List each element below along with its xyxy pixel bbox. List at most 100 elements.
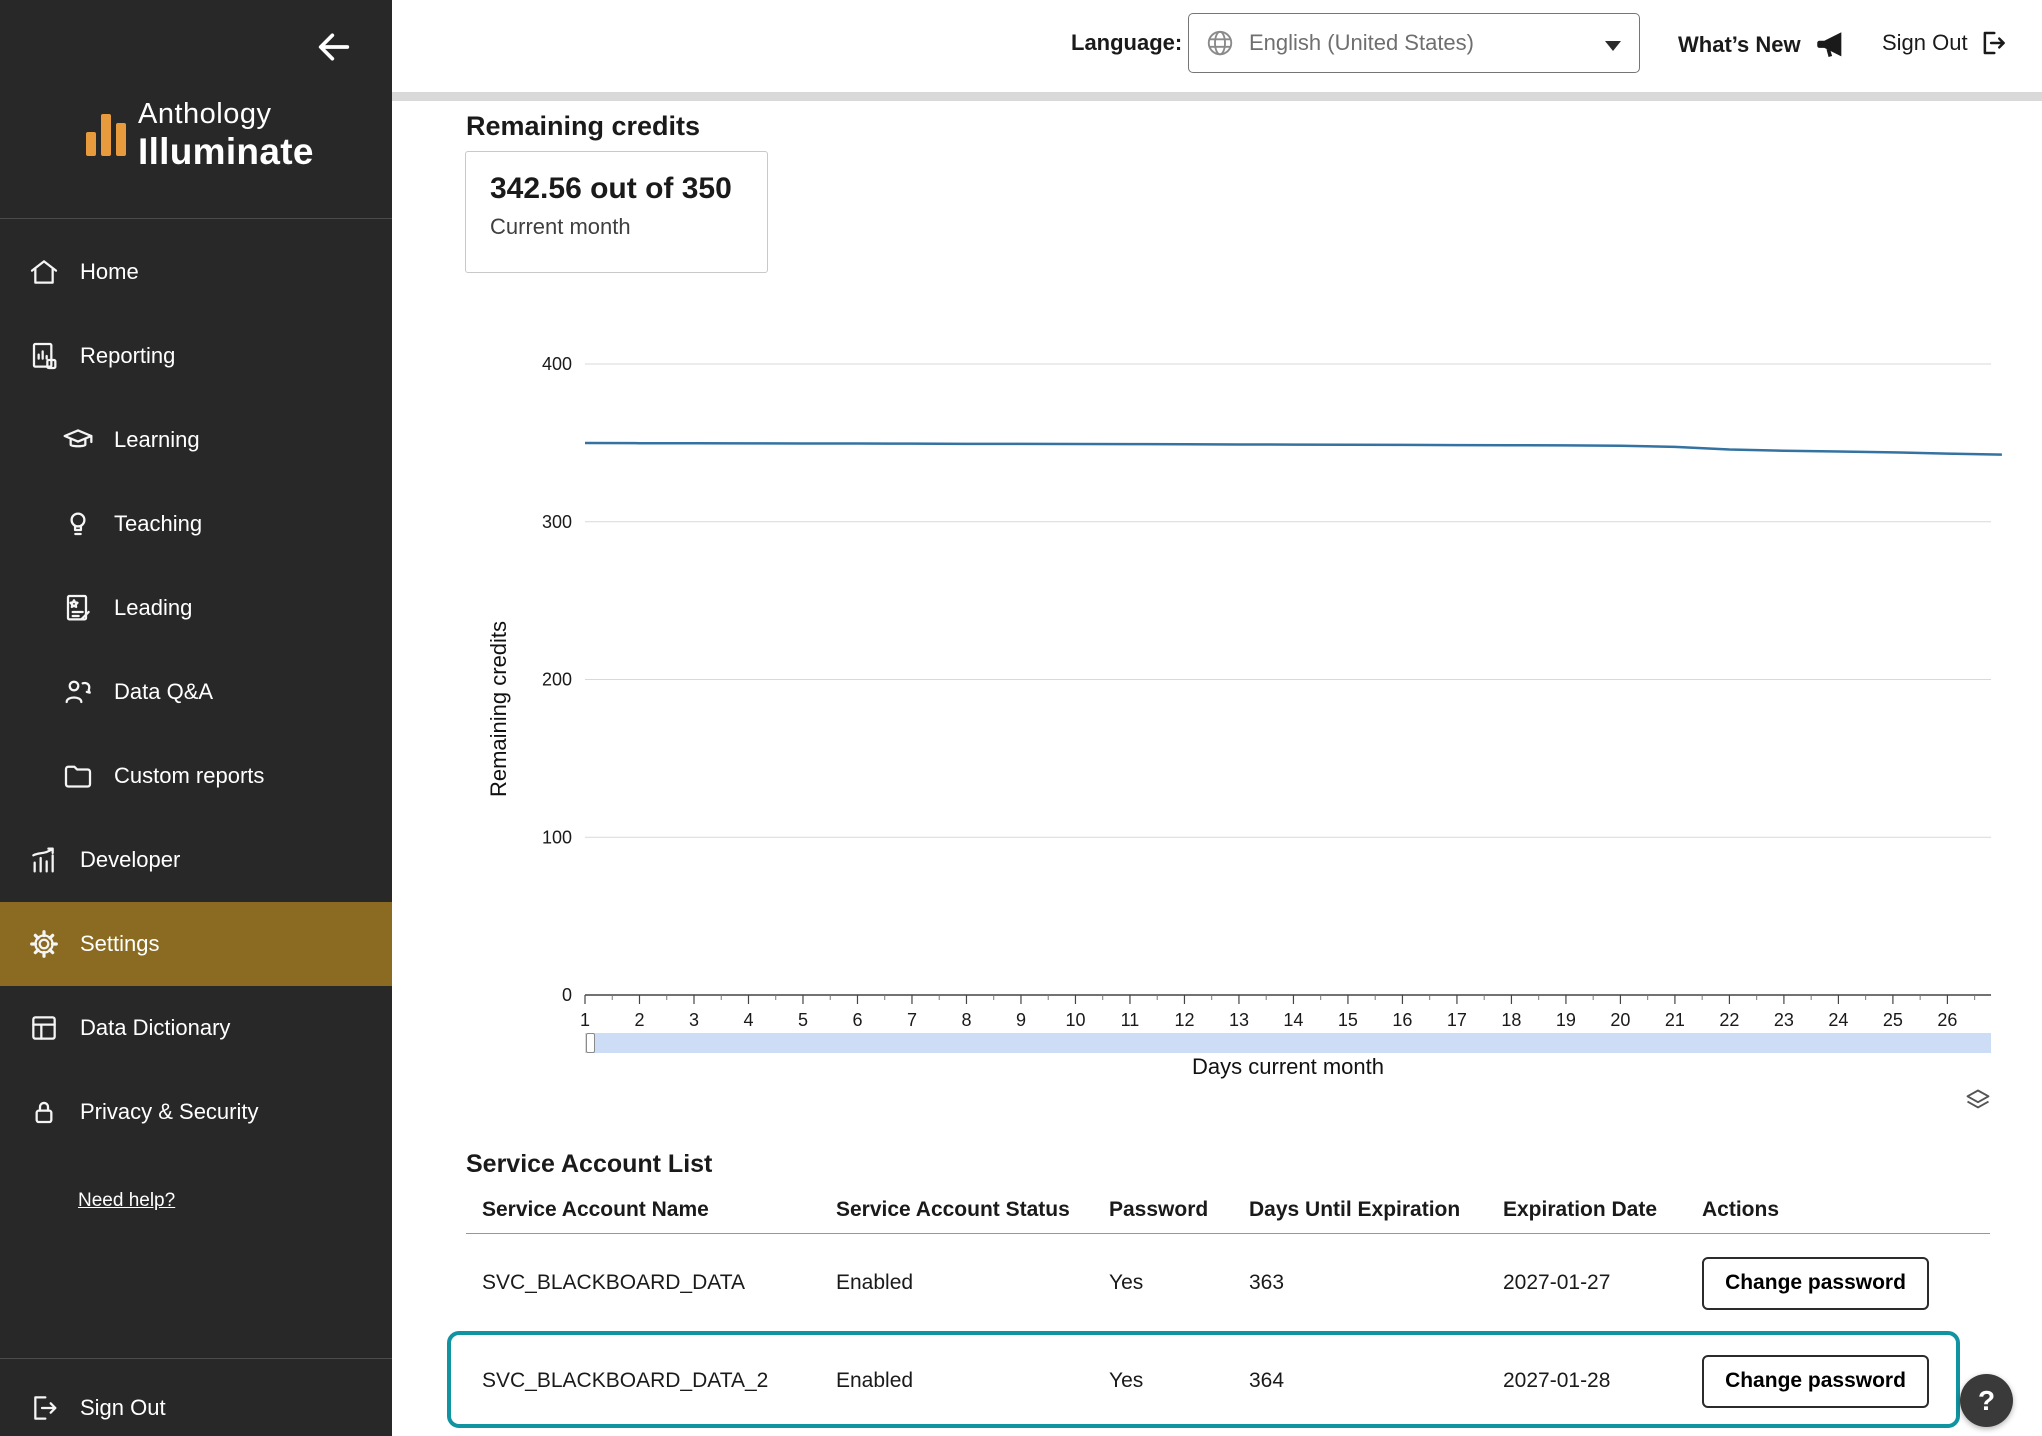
svg-text:100: 100 <box>542 827 572 847</box>
svg-text:4: 4 <box>743 1010 753 1030</box>
table-row-highlighted: SVC_BLACKBOARD_DATA_2 Enabled Yes 364 20… <box>466 1332 1990 1430</box>
cell-account-name: SVC_BLACKBOARD_DATA <box>466 1271 820 1295</box>
language-selected-value: English (United States) <box>1249 30 1474 56</box>
svg-text:2: 2 <box>634 1010 644 1030</box>
cell-expiration: 2027-01-28 <box>1487 1369 1686 1393</box>
chart-range-handle[interactable] <box>586 1033 595 1053</box>
cell-account-name: SVC_BLACKBOARD_DATA_2 <box>466 1369 820 1393</box>
service-account-list-heading: Service Account List <box>466 1150 712 1179</box>
svg-text:14: 14 <box>1283 1010 1303 1030</box>
megaphone-icon <box>1813 28 1847 62</box>
logo-text-illuminate: Illuminate <box>138 133 314 170</box>
sidebar-item-settings[interactable]: Settings <box>0 902 392 986</box>
svg-text:26: 26 <box>1937 1010 1957 1030</box>
chart-layers-icon[interactable] <box>1964 1087 1994 1117</box>
svg-text:22: 22 <box>1719 1010 1739 1030</box>
sidebar-item-teaching[interactable]: Teaching <box>0 482 392 566</box>
svg-text:300: 300 <box>542 512 572 532</box>
header-sign-out-label: Sign Out <box>1882 30 1968 56</box>
svg-text:18: 18 <box>1501 1010 1521 1030</box>
reporting-icon <box>26 338 62 374</box>
change-password-button[interactable]: Change password <box>1702 1355 1929 1408</box>
app-window: Anthology Illuminate Home Reporting <box>0 0 2042 1436</box>
header-sign-out-button[interactable]: Sign Out <box>1882 28 2008 58</box>
arrow-left-icon <box>314 27 354 67</box>
document-star-icon <box>60 590 96 626</box>
whats-new-label: What’s New <box>1678 32 1801 58</box>
change-password-button[interactable]: Change password <box>1702 1257 1929 1310</box>
cell-days: 364 <box>1233 1369 1487 1393</box>
svg-text:12: 12 <box>1174 1010 1194 1030</box>
col-header-password: Password <box>1093 1198 1233 1222</box>
sidebar-item-label: Learning <box>114 427 200 453</box>
sidebar-item-label: Developer <box>80 847 180 873</box>
sidebar-item-label: Data Q&A <box>114 679 213 705</box>
top-header: Language: English (United States) What’s… <box>392 0 2042 92</box>
svg-text:21: 21 <box>1665 1010 1685 1030</box>
sidebar-sign-out-button[interactable]: Sign Out <box>0 1366 392 1436</box>
sidebar-item-label: Reporting <box>80 343 175 369</box>
sidebar-divider <box>0 1358 392 1359</box>
sidebar-item-data-qa[interactable]: Data Q&A <box>0 650 392 734</box>
svg-text:5: 5 <box>798 1010 808 1030</box>
need-help-link[interactable]: Need help? <box>78 1190 175 1212</box>
sidebar-item-learning[interactable]: Learning <box>0 398 392 482</box>
sidebar-sign-out-label: Sign Out <box>80 1395 166 1421</box>
sidebar-item-custom-reports[interactable]: Custom reports <box>0 734 392 818</box>
sidebar-item-leading[interactable]: Leading <box>0 566 392 650</box>
sidebar-item-label: Settings <box>80 931 160 957</box>
svg-text:13: 13 <box>1229 1010 1249 1030</box>
credits-summary-card: 342.56 out of 350 Current month <box>465 151 768 273</box>
svg-text:6: 6 <box>852 1010 862 1030</box>
anthology-illuminate-logo: Anthology Illuminate <box>86 100 314 170</box>
chart-x-axis-label: Days current month <box>585 1054 1991 1080</box>
cell-days: 363 <box>1233 1271 1487 1295</box>
col-header-actions: Actions <box>1686 1198 1990 1222</box>
table-header-row: Service Account Name Service Account Sta… <box>466 1186 1990 1234</box>
svg-text:0: 0 <box>562 985 572 1005</box>
svg-text:10: 10 <box>1065 1010 1085 1030</box>
service-account-table: Service Account Name Service Account Sta… <box>466 1186 1990 1430</box>
gear-icon <box>26 926 62 962</box>
col-header-status: Service Account Status <box>820 1198 1093 1222</box>
chart-range-scrollbar[interactable] <box>585 1033 1991 1053</box>
collapse-sidebar-button[interactable] <box>312 26 356 70</box>
svg-text:23: 23 <box>1774 1010 1794 1030</box>
svg-text:8: 8 <box>961 1010 971 1030</box>
sidebar-item-label: Home <box>80 259 139 285</box>
svg-text:11: 11 <box>1121 1010 1140 1030</box>
sidebar-item-reporting[interactable]: Reporting <box>0 314 392 398</box>
cell-expiration: 2027-01-27 <box>1487 1271 1686 1295</box>
globe-icon <box>1205 28 1235 58</box>
help-button[interactable]: ? <box>1960 1374 2013 1427</box>
chevron-down-icon <box>1605 41 1621 51</box>
sidebar-item-data-dictionary[interactable]: Data Dictionary <box>0 986 392 1070</box>
sidebar-item-label: Leading <box>114 595 192 621</box>
cell-password: Yes <box>1093 1369 1233 1393</box>
sidebar-item-developer[interactable]: Developer <box>0 818 392 902</box>
sidebar-item-label: Data Dictionary <box>80 1015 230 1041</box>
sidebar-item-label: Custom reports <box>114 763 264 789</box>
whats-new-link[interactable]: What’s New <box>1678 28 1847 62</box>
svg-text:3: 3 <box>689 1010 699 1030</box>
sidebar-nav: Home Reporting Learning Teaching <box>0 230 392 1154</box>
language-label: Language: <box>1071 30 1182 56</box>
chart-y-axis-label: Remaining credits <box>478 594 520 824</box>
lightbulb-icon <box>60 506 96 542</box>
sidebar: Anthology Illuminate Home Reporting <box>0 0 392 1436</box>
svg-text:24: 24 <box>1828 1010 1848 1030</box>
line-chart-plot: 0100200300400123456789101112131415161718… <box>500 330 2040 1040</box>
main-content: Remaining credits 342.56 out of 350 Curr… <box>392 101 2042 1436</box>
svg-text:16: 16 <box>1392 1010 1412 1030</box>
svg-text:1: 1 <box>580 1010 590 1030</box>
sidebar-item-home[interactable]: Home <box>0 230 392 314</box>
person-chat-icon <box>60 674 96 710</box>
sidebar-item-privacy-security[interactable]: Privacy & Security <box>0 1070 392 1154</box>
table-row: SVC_BLACKBOARD_DATA Enabled Yes 363 2027… <box>466 1234 1990 1332</box>
col-header-name: Service Account Name <box>466 1198 820 1222</box>
content-area: Language: English (United States) What’s… <box>392 0 2042 1436</box>
svg-text:15: 15 <box>1338 1010 1358 1030</box>
language-dropdown[interactable]: English (United States) <box>1188 13 1640 73</box>
graduation-cap-icon <box>60 422 96 458</box>
data-table-icon <box>26 1010 62 1046</box>
